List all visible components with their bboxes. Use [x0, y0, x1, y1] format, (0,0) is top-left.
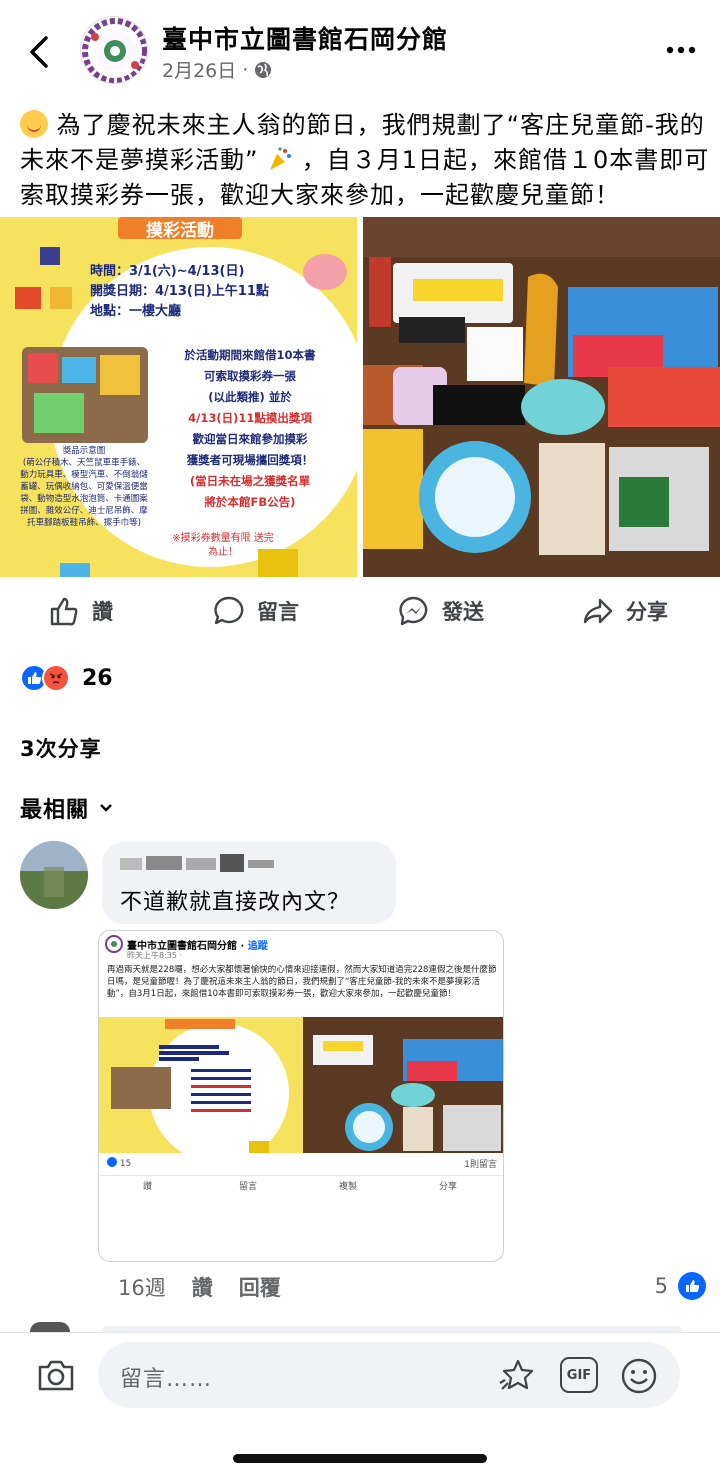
comment-like-button[interactable]: 讚	[192, 1272, 213, 1302]
chevron-down-icon	[100, 804, 112, 812]
thumbs-up-icon	[50, 597, 78, 626]
send-label: 發送	[442, 600, 484, 624]
poster-body: 於活動期間來館借10本書 可索取摸彩券一張 (以此類推) 並於 4/13(日)1…	[150, 345, 350, 513]
poster-line: 4/13(日)11點摸出獎項	[188, 411, 312, 425]
comment-attachment-screenshot[interactable]: 臺中市立圖書館石岡分館 · 追蹤 昨天上午8:35 · 再過兩天就是228囉，想…	[98, 930, 504, 1262]
screenshot-poster	[99, 1017, 303, 1153]
comment-like-reaction-icon	[678, 1272, 706, 1300]
like-button[interactable]: 讚	[48, 595, 113, 627]
poster-line: (當日未在場之獲獎名單	[189, 474, 311, 488]
back-arrow-icon[interactable]	[22, 30, 58, 74]
commenter-name-redacted	[120, 854, 274, 872]
gif-button[interactable]: GIF	[560, 1357, 598, 1393]
poster-time: 時間：3/1(六)~4/13(日)	[90, 264, 245, 279]
comment-likes[interactable]: 5	[655, 1272, 706, 1300]
screenshot-text: 再過兩天就是228囉，想必大家都懷著愉快的心情來迎接連假，然而大家知道過完228…	[107, 965, 497, 999]
reaction-count: 26	[82, 665, 113, 691]
screenshot-comment-count: 1則留言	[464, 1160, 497, 1170]
poster-line: 歡迎當日來館參加摸彩	[192, 432, 308, 446]
share-button[interactable]: 分享	[582, 595, 668, 627]
poster-line: (以此類推) 並於	[208, 390, 292, 404]
post-header: 臺中市立圖書館石岡分館 2月26日 ·	[0, 0, 720, 100]
comment-composer: 留言…… GIF	[0, 1332, 720, 1475]
screenshot-prizes	[303, 1017, 503, 1153]
avatar-sticker-icon[interactable]	[498, 1357, 536, 1395]
camera-icon[interactable]	[36, 1357, 76, 1393]
share-label: 分享	[626, 600, 668, 624]
screenshot-copy: 複製	[339, 1182, 358, 1192]
screenshot-reaction-count: 15	[119, 1159, 132, 1169]
screenshot-like: 讚	[143, 1182, 153, 1192]
screenshot-stats: 15 1則留言	[107, 1157, 497, 1170]
comment-label: 留言	[257, 600, 299, 624]
more-options-icon[interactable]	[664, 38, 698, 62]
smiling-hearts-emoji-icon	[20, 110, 48, 138]
comment-input-placeholder: 留言……	[120, 1367, 213, 1392]
poster-line: 獲獎者可現場攜回獎項！	[186, 453, 314, 467]
comment-footer: 16週 讚 回覆	[118, 1272, 281, 1302]
angry-reaction-icon	[42, 664, 70, 692]
next-comment-avatar-peek	[30, 1322, 70, 1332]
post-text: 為了慶祝未來主人翁的節日，我們規劃了“客庄兒童節-我的未來不是夢摸彩活動” ，自…	[20, 108, 710, 213]
comment-time: 16週	[118, 1276, 166, 1300]
comment-button[interactable]: 留言	[213, 595, 299, 627]
comment-bubble[interactable]: 不道歉就直接改內文？	[102, 842, 396, 924]
poster-place: 地點：一樓大廳	[90, 304, 182, 319]
emoji-icon[interactable]	[620, 1357, 658, 1395]
poster-title: 摸彩活動	[146, 221, 214, 241]
prize-list: (萌公仔積木、天竺鼠車車手錶、動力玩具車、模型汽車、不倒翁儲蓄罐、玩偶收納包、可…	[20, 458, 148, 528]
screenshot-follow: 追蹤	[247, 941, 268, 952]
poster-image[interactable]: 摸彩活動 時間：3/1(六)~4/13(日) 開獎日期：4/13(日)上午11點…	[0, 217, 357, 577]
prizes-photo[interactable]	[363, 217, 720, 577]
sort-label: 最相關	[20, 798, 90, 823]
prizes-graphic	[363, 217, 720, 577]
post-actions-bar: 讚 留言 發送 分享	[0, 585, 720, 639]
poster-line: 於活動期間來館借10本書	[184, 348, 316, 362]
screenshot-page-avatar	[105, 935, 123, 953]
like-label: 讚	[92, 600, 113, 624]
party-popper-icon	[270, 147, 292, 170]
poster-draw-date: 開獎日期：4/13(日)上午11點	[90, 284, 269, 299]
poster-prizes: 獎品示意圖 (萌公仔積木、天竺鼠車車手錶、動力玩具車、模型汽車、不倒翁儲蓄罐、玩…	[20, 445, 148, 529]
poster-note: ※摸彩券數量有限 送完為止！	[172, 533, 274, 558]
screenshot-like-icon	[107, 1157, 117, 1167]
comment-input[interactable]: 留言…… GIF	[98, 1342, 680, 1408]
globe-icon	[255, 61, 272, 78]
post-date[interactable]: 2月26日	[162, 56, 236, 83]
screenshot-time: 昨天上午8:35 ·	[127, 951, 183, 960]
send-button[interactable]: 發送	[398, 595, 484, 627]
screenshot-actions: 讚 留言 複製 分享	[99, 1175, 503, 1193]
screenshot-share: 分享	[439, 1182, 458, 1192]
share-arrow-icon	[583, 598, 613, 624]
home-indicator	[233, 1454, 487, 1463]
reactions-summary[interactable]: 26	[20, 664, 113, 692]
messenger-icon	[399, 596, 428, 626]
post-meta: 2月26日 ·	[162, 56, 272, 83]
poster-info: 時間：3/1(六)~4/13(日) 開獎日期：4/13(日)上午11點 地點：一…	[90, 262, 269, 322]
shares-count[interactable]: 3次分享	[20, 733, 102, 763]
gif-label: GIF	[566, 1367, 592, 1383]
comment-sort-dropdown[interactable]: 最相關	[20, 792, 113, 824]
poster-line: 可索取摸彩券一張	[204, 369, 296, 383]
comment-bubble-icon	[214, 596, 244, 625]
screenshot-comment: 留言	[239, 1182, 258, 1192]
commenter-avatar[interactable]	[20, 841, 88, 909]
comment-text: 不道歉就直接改內文？	[120, 890, 351, 915]
meta-separator: ·	[242, 58, 249, 81]
prize-title: 獎品示意圖	[62, 446, 106, 456]
comment-reply-button[interactable]: 回覆	[239, 1272, 281, 1302]
page-name[interactable]: 臺中市立圖書館石岡分館	[162, 20, 448, 56]
comment-like-count: 5	[654, 1274, 668, 1298]
poster-line: 將於本館FB公告)	[204, 495, 296, 509]
page-avatar[interactable]	[80, 16, 148, 84]
